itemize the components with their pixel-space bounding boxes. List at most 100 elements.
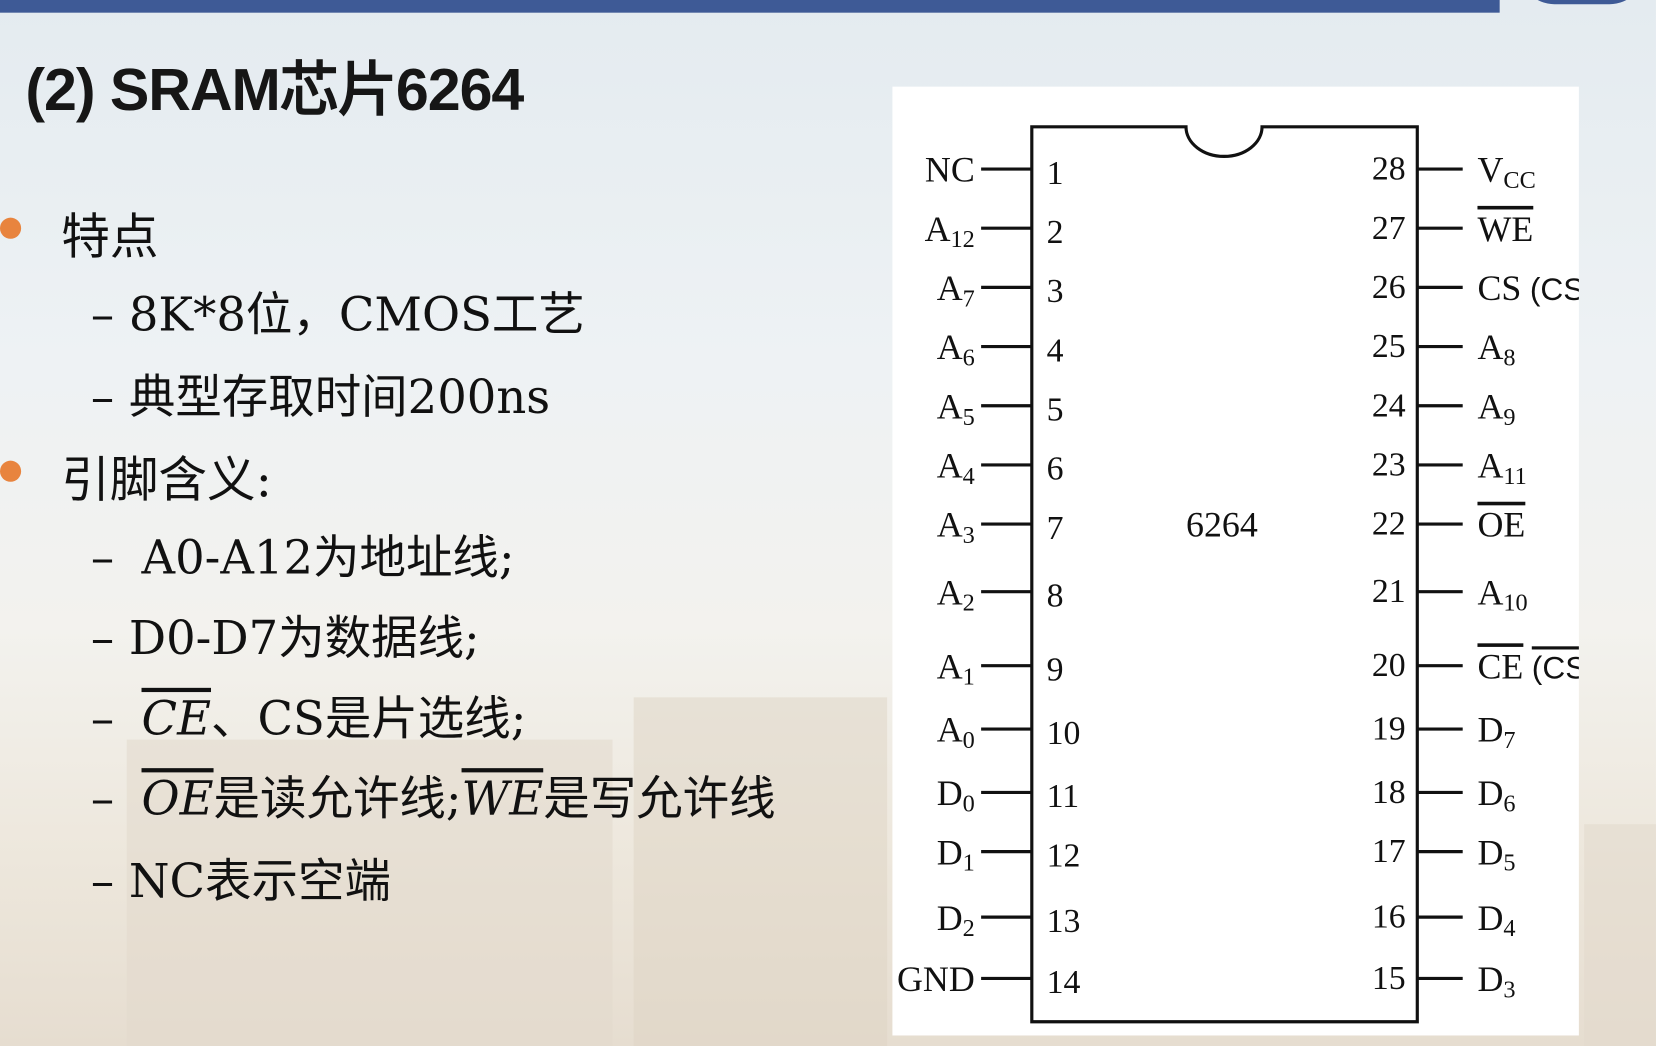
pin-label-subscript: 4 — [1503, 915, 1515, 942]
pin-label-base: OE — [1477, 505, 1525, 545]
pin-number: 25 — [1372, 328, 1406, 365]
pin-label-base: D — [1477, 959, 1503, 999]
chip-pinout-diagram: 6264 1NC2A123A74A65A56A47A38A29A110A011D… — [897, 125, 1608, 1024]
pin-label: D3 — [1477, 959, 1515, 1003]
pins-heading: 引脚含义: — [61, 451, 272, 509]
pin-label-base: D — [937, 832, 963, 872]
pin-label-subscript: 5 — [963, 404, 975, 431]
pin-label-base: A — [937, 505, 963, 545]
pin-label-base: A — [937, 386, 963, 426]
we-symbol: WE — [461, 772, 544, 827]
pin-label: A10 — [1477, 572, 1527, 616]
pin-number: 3 — [1047, 273, 1064, 310]
dash-marker: – — [90, 772, 115, 827]
pin-label-subscript: 0 — [963, 790, 975, 817]
pin-label-base: GND — [897, 959, 975, 999]
pin-label-base: A — [937, 572, 963, 612]
dash-marker: – — [90, 531, 115, 586]
dash-marker: – — [90, 854, 115, 909]
pin-label-base: V — [1477, 150, 1503, 190]
pin-label-subscript: 7 — [1503, 727, 1515, 754]
pin-label-subscript: 9 — [1503, 404, 1515, 431]
feature-item: –8K*8位，CMOS工艺 — [91, 277, 585, 345]
pin-number: 7 — [1047, 510, 1064, 547]
pin-label-base: CE — [1477, 646, 1523, 686]
chip-label: 6264 — [1186, 505, 1258, 545]
pin-item-text: NC表示空端 — [128, 854, 391, 909]
feature-text: 8K*8位，CMOS工艺 — [128, 288, 585, 343]
pin-item-read-write: – OE是读允许线;WE是写允许线 — [91, 761, 776, 829]
pin-item-text: 是写允许线 — [543, 772, 776, 827]
pin-label: D7 — [1477, 710, 1515, 754]
pin-label: A1 — [937, 646, 975, 690]
pin-label: A0 — [937, 710, 975, 754]
pin-label: CS(CS2) — [1477, 268, 1578, 311]
pin-number: 6 — [1047, 451, 1064, 488]
pin-label-base: A — [1477, 446, 1503, 486]
pin-label-base: A — [937, 268, 963, 308]
dash-marker: – — [90, 611, 115, 666]
pin-label-base: A — [1477, 572, 1503, 612]
pin-label-subscript: 1 — [963, 664, 975, 691]
pin-number: 9 — [1047, 651, 1064, 688]
pin-label: A7 — [937, 268, 975, 312]
pin-label-subscript: 3 — [963, 522, 975, 549]
pin-label-subscript: 0 — [963, 727, 975, 754]
pin-label: A4 — [937, 446, 975, 490]
pin-label: NC — [925, 150, 975, 190]
pin-label-subscript: 3 — [1503, 976, 1515, 1003]
pin-label-base: D — [937, 898, 963, 938]
pin-label-subscript: 2 — [963, 915, 975, 942]
chip-pinout-panel: 6264 1 NC 2 A12 3 A7 4 A6 5 A5 6 A4 7 A3 8 A2 9 A1 10 A0 11 D… — [892, 86, 1608, 1036]
pin-number: 26 — [1372, 269, 1406, 306]
pin-number: 27 — [1372, 210, 1406, 247]
pin-label: A3 — [937, 505, 975, 549]
pin-label-subscript: 10 — [1503, 590, 1527, 617]
pin-label: A8 — [1477, 327, 1515, 371]
pin-label: D6 — [1477, 773, 1515, 817]
pin-label-base: NC — [925, 150, 975, 190]
pin-number: 17 — [1372, 833, 1406, 870]
pin-item-chip-select: – CE、CS是片选线; — [91, 680, 527, 748]
feature-text: 典型存取时间200ns — [128, 370, 551, 425]
features-heading: 特点 — [61, 208, 159, 266]
background-building — [633, 697, 888, 1046]
pin-label-base: A — [925, 209, 951, 249]
pin-number: 14 — [1047, 964, 1081, 1001]
pin-number: 13 — [1047, 903, 1081, 940]
pin-label-subscript: 11 — [1503, 463, 1526, 490]
pin-label-subscript: 12 — [951, 226, 975, 253]
pin-label: WE — [1477, 209, 1533, 249]
pin-number: 16 — [1372, 899, 1406, 936]
bullet-dot — [0, 217, 22, 239]
pin-item-data: – D0-D7为数据线; — [91, 600, 480, 668]
pin-label-subscript: 5 — [1503, 850, 1515, 877]
pin-item-text: D0-D7为数据线; — [128, 611, 480, 666]
slide-title: (2) SRAM芯片6264 — [25, 55, 524, 123]
pin-label-base: D — [1477, 832, 1503, 872]
pin-label: D0 — [937, 773, 975, 817]
pin-alt-label: (CS — [1532, 649, 1579, 685]
pin-item-text: 、CS是片选线; — [211, 692, 527, 746]
pin-label-base: A — [937, 646, 963, 686]
dash-marker: – — [90, 288, 115, 343]
pin-label: A9 — [1477, 386, 1515, 430]
corner-logo — [1518, 0, 1646, 5]
pin-item-address: – A0-A12为地址线; — [91, 520, 515, 588]
pin-number: 21 — [1372, 573, 1406, 610]
pin-label-subscript: 6 — [1503, 790, 1515, 817]
pin-label-base: A — [1477, 386, 1503, 426]
oe-symbol: OE — [141, 772, 214, 827]
dash-marker: – — [90, 692, 115, 746]
pin-label-subscript: 1 — [963, 850, 975, 877]
pin-label: A6 — [937, 327, 975, 371]
dash-marker: – — [90, 370, 115, 425]
pin-label-base: A — [937, 710, 963, 750]
pin-number: 8 — [1047, 577, 1064, 614]
pin-label-base: D — [1477, 898, 1503, 938]
pin-label-subscript: 4 — [963, 463, 975, 490]
top-accent-bar — [0, 0, 1500, 13]
pin-label: CE(CS1) — [1477, 646, 1578, 689]
background-building — [1584, 824, 1656, 1046]
pin-number: 5 — [1047, 392, 1064, 429]
